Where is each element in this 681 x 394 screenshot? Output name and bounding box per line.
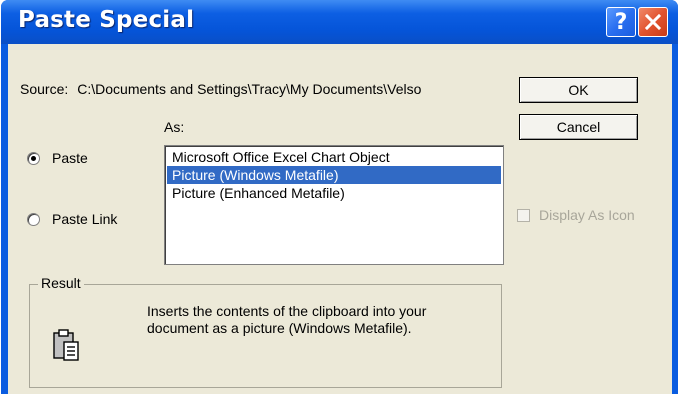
radio-checked-dot [31,155,36,161]
display-as-icon-checkbox[interactable] [517,208,530,222]
help-icon: ? [614,9,628,35]
list-item[interactable]: Picture (Windows Metafile) [167,166,501,184]
list-item[interactable]: Picture (Enhanced Metafile) [167,184,501,202]
clipboard-icon [53,329,79,361]
paste-link-radio[interactable] [27,212,40,226]
paste-link-radio-option[interactable]: Paste Link [27,211,117,227]
cancel-button[interactable]: Cancel [519,114,638,140]
result-line-1: Inserts the contents of the clipboard in… [147,303,427,319]
source-label: Source: [20,81,69,97]
paste-special-dialog: Paste Special ? Source: C:\Documents and … [1,0,678,394]
list-item[interactable]: Microsoft Office Excel Chart Object [167,148,501,166]
title-bar[interactable]: Paste Special ? [1,0,678,44]
result-legend: Result [38,275,84,291]
ok-button[interactable]: OK [519,77,638,103]
source-row: Source: C:\Documents and Settings\Tracy\M… [20,81,421,97]
dialog-body: Source: C:\Documents and Settings\Tracy\M… [8,44,672,394]
display-as-icon-label: Display As Icon [539,207,635,223]
source-path: C:\Documents and Settings\Tracy\My Docum… [77,81,422,97]
close-button[interactable] [638,7,668,37]
paste-radio-label[interactable]: Paste [52,150,88,166]
dialog-title: Paste Special [18,7,195,33]
display-as-icon-option[interactable]: Display As Icon [517,207,635,223]
result-description: Inserts the contents of the clipboard in… [147,303,477,337]
paste-radio-option[interactable]: Paste [27,150,88,166]
help-button[interactable]: ? [606,7,636,37]
close-icon [645,14,661,30]
paste-link-radio-label[interactable]: Paste Link [52,211,117,227]
as-format-listbox[interactable]: Microsoft Office Excel Chart Object Pict… [164,145,504,265]
result-line-2: document as a picture (Windows Metafile)… [147,320,412,336]
paste-radio[interactable] [27,151,40,165]
as-label: As: [164,119,185,135]
